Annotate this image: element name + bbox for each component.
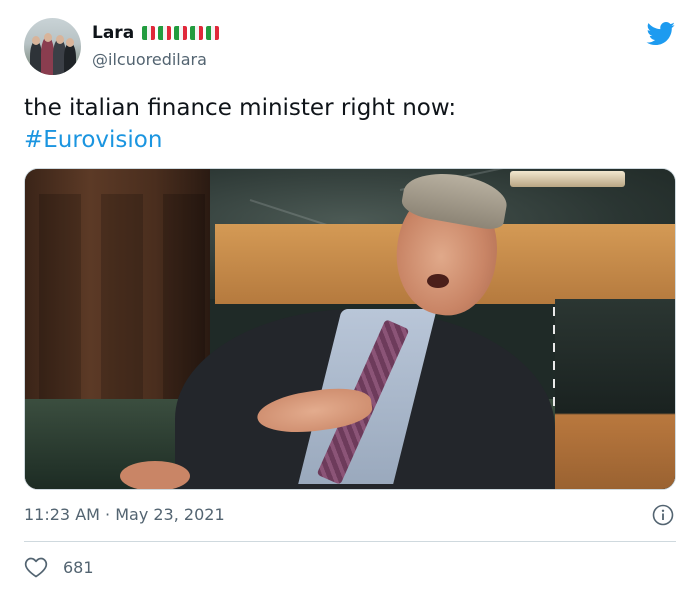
- italy-flag-icon: [206, 26, 220, 40]
- heart-icon[interactable]: [24, 556, 48, 578]
- avatar[interactable]: [24, 18, 81, 75]
- tweet-photo[interactable]: [24, 168, 676, 490]
- user-handle[interactable]: @ilcuoredilara: [92, 50, 207, 69]
- tweet-card: Lara @ilcuoredilara the italian finance …: [0, 0, 700, 594]
- photo-scene: [25, 169, 675, 489]
- italy-flag-icon: [142, 26, 156, 40]
- like-button[interactable]: 681: [24, 555, 94, 579]
- twitter-bird-icon[interactable]: [646, 22, 676, 46]
- divider: [24, 541, 676, 542]
- tweet-body: the italian finance minister right now:: [24, 95, 457, 121]
- hashtag-link[interactable]: #Eurovision: [24, 124, 456, 156]
- tweet-timestamp[interactable]: 11:23 AM · May 23, 2021: [24, 503, 225, 527]
- like-count: 681: [63, 557, 94, 577]
- italy-flag-icon: [174, 26, 188, 40]
- italy-flag-icon: [190, 26, 204, 40]
- info-icon[interactable]: [652, 504, 674, 526]
- tweet-text: the italian finance minister right now: …: [24, 92, 456, 156]
- italy-flag-icon: [158, 26, 172, 40]
- user-name-row: Lara: [92, 22, 220, 44]
- display-name[interactable]: Lara: [92, 23, 134, 43]
- name-flags: [142, 26, 220, 40]
